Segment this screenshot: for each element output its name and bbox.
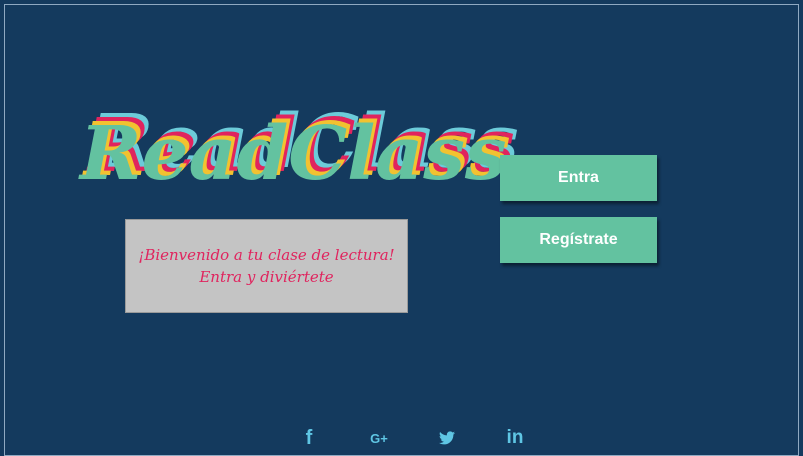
logo-layer-green: ReadClass [78,111,507,197]
social-bar: f G+ in [0,426,803,452]
twitter-icon[interactable] [436,426,458,450]
readclass-logo: ReadClass ReadClass ReadClass ReadClass [78,95,519,197]
linkedin-icon[interactable]: in [503,426,527,450]
welcome-line-2: Entra y diviértete [199,268,334,286]
google-plus-icon[interactable]: G+ [366,426,392,450]
welcome-panel: ¡Bienvenido a tu clase de lectura! Entra… [125,219,408,313]
facebook-icon[interactable]: f [300,426,318,450]
welcome-line-1: ¡Bienvenido a tu clase de lectura! [138,246,395,264]
registrate-button[interactable]: Regístrate [500,217,657,263]
entra-button[interactable]: Entra [500,155,657,201]
